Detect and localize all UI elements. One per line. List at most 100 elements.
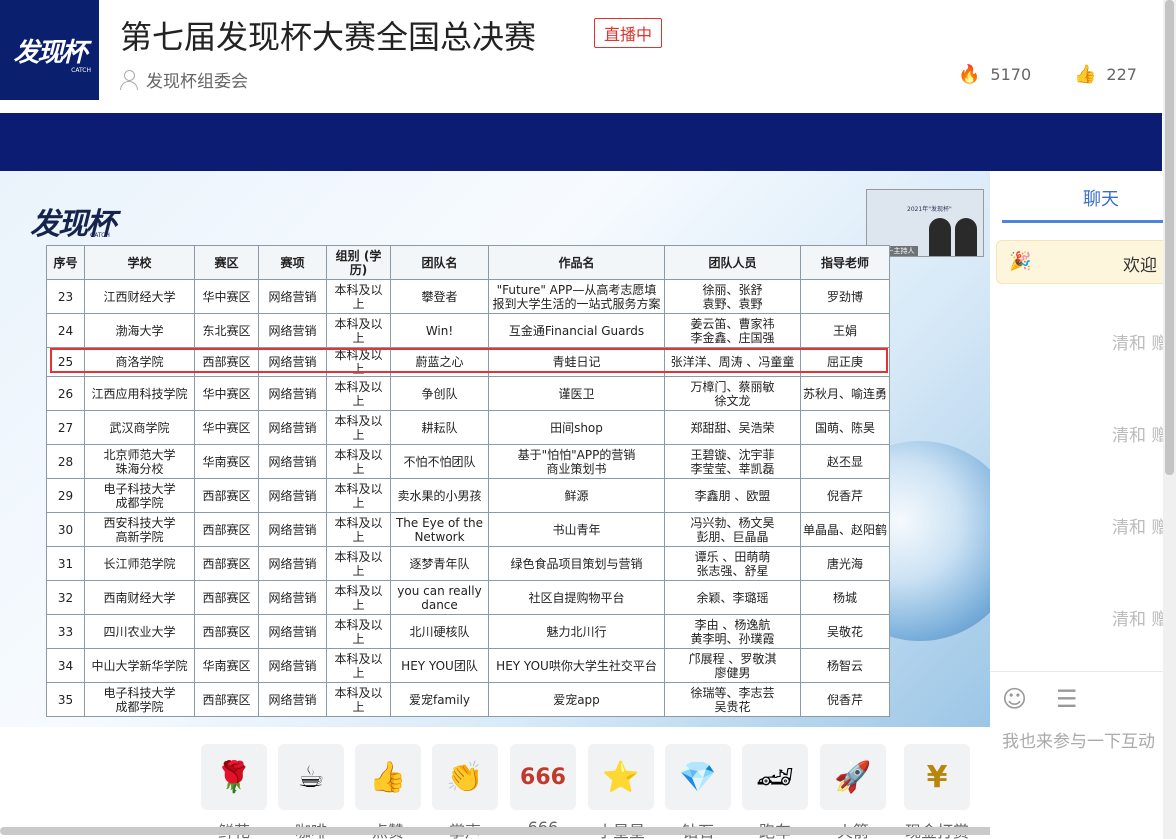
gift-icon: 👍 <box>355 744 421 810</box>
vertical-scrollbar[interactable] <box>1163 0 1176 839</box>
table-cell-text: 北京师范大学 珠海分校 <box>103 447 176 476</box>
table-cell: 电子科技大学 成都学院 <box>84 682 195 717</box>
table-cell: 本科及以上 <box>326 376 391 411</box>
table-cell: you can really dance <box>390 580 489 615</box>
table-cell: 本科及以上 <box>326 478 391 513</box>
gift-item[interactable]: 👍点赞 <box>355 744 421 839</box>
column-header-label: 指导老师 <box>820 255 869 270</box>
table-cell: 北京师范大学 珠海分校 <box>84 444 195 479</box>
thumbs-up-icon: 👍 <box>1074 64 1097 85</box>
table-cell-text: 本科及以上 <box>334 685 383 714</box>
table-cell-text: 网络营销 <box>268 658 317 673</box>
column-header: 团队人员 <box>664 245 801 280</box>
table-cell: 徐丽、张舒 袁野、袁野 <box>664 279 801 314</box>
table-cell-text: 华中赛区 <box>202 386 251 401</box>
chat-input[interactable]: 我也来参与一下互动 <box>1002 727 1155 752</box>
tab-chat[interactable]: 聊天 <box>1083 185 1119 211</box>
gift-item[interactable]: ⭐小星星 <box>588 744 654 839</box>
table-cell-text: 爱宠family <box>408 692 471 707</box>
video-player[interactable]: 发现杯 CATCH 2021年"发现杯" 发现杯-主持人 序号 学校 赛区 赛项 组别 … <box>0 171 990 727</box>
column-header: 赛区 <box>194 245 259 280</box>
table-cell: Win! <box>390 313 489 348</box>
table-cell-text: 本科及以上 <box>334 379 383 408</box>
horizontal-scrollbar[interactable] <box>0 827 1162 835</box>
table-cell-text: 赵丕显 <box>826 454 863 469</box>
table-cell: 西部赛区 <box>194 580 259 615</box>
view-count-value: 5170 <box>990 65 1032 84</box>
like-button[interactable]: 👍 227 <box>1074 64 1137 85</box>
table-cell: 爱宠family <box>390 682 489 717</box>
table-cell-text: 西部赛区 <box>202 556 251 571</box>
gift-item[interactable]: ☕咖啡 <box>278 744 344 839</box>
table-cell-text: 苏秋月、喻连勇 <box>803 386 888 401</box>
table-cell-text: 郑甜甜、吴浩荣 <box>690 420 775 435</box>
table-cell: 本科及以上 <box>326 313 391 348</box>
table-cell-text: The Eye of the Network <box>395 515 484 544</box>
gift-item[interactable]: ¥现金打赏 <box>904 744 970 839</box>
table-cell-text: 网络营销 <box>268 488 317 503</box>
table-cell: 本科及以上 <box>326 444 391 479</box>
gift-item[interactable]: 🚀火箭 <box>820 744 886 839</box>
table-cell-text: 李鑫朋 、欧盟 <box>694 488 771 503</box>
gift-item[interactable]: 👏掌声 <box>432 744 498 839</box>
scrollbar-thumb[interactable] <box>1165 0 1174 475</box>
table-cell-text: 华南赛区 <box>202 454 251 469</box>
emoji-icon[interactable]: ☺ <box>1002 685 1027 713</box>
channel-logo[interactable]: 发现杯 CATCH <box>0 0 99 100</box>
table-cell-text: 31 <box>57 556 74 571</box>
table-cell: 32 <box>46 580 85 615</box>
gift-item[interactable]: 🏎跑车 <box>742 744 808 839</box>
table-cell-text: 网络营销 <box>268 692 317 707</box>
table-cell: 西南财经大学 <box>84 580 195 615</box>
column-header: 学校 <box>84 245 195 280</box>
table-cell-text: "Future" APP—从高考志愿填 报到大学生活的一站式服务方案 <box>492 282 661 311</box>
gift-icon: 🏎 <box>742 744 808 810</box>
table-cell-text: 网络营销 <box>268 420 317 435</box>
table-cell-text: 杨智云 <box>826 658 863 673</box>
table-cell-text: 徐丽、张舒 袁野、袁野 <box>702 282 763 311</box>
table-cell-text: 倪香芹 <box>826 692 863 707</box>
stream-owner[interactable]: 发现杯组委会 <box>120 67 248 92</box>
table-cell-text: 34 <box>57 658 74 673</box>
gift-item[interactable]: 666666 <box>510 744 576 837</box>
table-cell-text: 29 <box>57 488 74 503</box>
table-cell: 谭乐 、田萌萌 张志强、舒星 <box>664 546 801 581</box>
column-header-label: 团队人员 <box>708 255 757 270</box>
table-cell: 本科及以上 <box>326 410 391 445</box>
table-cell: 网络营销 <box>258 444 327 479</box>
table-cell-text: 江西财经大学 <box>103 289 176 304</box>
table-cell-text: 北川硬核队 <box>409 624 470 639</box>
table-cell: 耕耘队 <box>390 410 489 445</box>
table-cell: 李鑫朋 、欧盟 <box>664 478 801 513</box>
table-cell: 29 <box>46 478 85 513</box>
table-cell: 华中赛区 <box>194 376 259 411</box>
table-row: 23 江西财经大学 华中赛区 网络营销 本科及以上 攀登者 "Future" APP—从高考… <box>46 279 890 314</box>
column-header-label: 学校 <box>127 255 152 270</box>
table-cell: 东北赛区 <box>194 313 259 348</box>
message-list-icon[interactable]: ☰ <box>1056 685 1078 713</box>
table-cell: 渤海大学 <box>84 313 195 348</box>
table-cell: 中山大学新华学院 <box>84 648 195 683</box>
table-cell: 华南赛区 <box>194 444 259 479</box>
table-cell-text: 王碧镟、沈宇菲 李莹莹、莘凯磊 <box>690 447 775 476</box>
table-cell-text: 网络营销 <box>268 289 317 304</box>
table-cell-text: 国萌、陈昊 <box>814 420 875 435</box>
table-cell-text: 徐瑞等、李志芸 吴贵花 <box>690 685 775 714</box>
column-header: 指导老师 <box>800 245 890 280</box>
gift-item[interactable]: 🌹鲜花 <box>201 744 267 839</box>
column-header-label: 团队名 <box>421 255 458 270</box>
host-figure <box>929 218 951 256</box>
table-cell-text: 江西应用科技学院 <box>91 386 188 401</box>
table-cell-text: 单晶晶、赵阳鹤 <box>803 522 888 537</box>
table-cell-text: 基于"怕怕"APP的营销 商业策划书 <box>517 447 636 476</box>
table-cell-text: 华中赛区 <box>202 420 251 435</box>
column-header-label: 作品名 <box>558 255 595 270</box>
table-cell: 网络营销 <box>258 279 327 314</box>
table-cell: 西部赛区 <box>194 546 259 581</box>
table-cell: 23 <box>46 279 85 314</box>
gift-item[interactable]: 💎钻石 <box>665 744 731 839</box>
table-cell-text: 本科及以上 <box>334 515 383 544</box>
table-cell: 苏秋月、喻连勇 <box>800 376 890 411</box>
gift-icon: 🚀 <box>820 744 886 810</box>
chat-panel: 聊天 🎉 欢迎 Et 清和 赠送 清和 赠送 清和 赠送 清和 赠送 ☺ ☰ 我… <box>990 171 1176 839</box>
